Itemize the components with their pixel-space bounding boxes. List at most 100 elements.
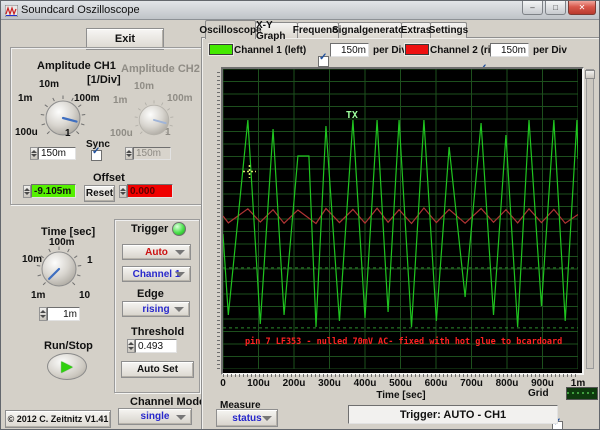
- scope-annotation: pin 7 LF353 - nulled 70mV AC- fixed with…: [245, 337, 563, 347]
- trigger-status-display: Trigger: AUTO - CH1: [348, 405, 558, 424]
- threshold-value[interactable]: 0.493: [135, 339, 177, 353]
- play-icon: ▶: [61, 358, 73, 375]
- ch2-per-div-label: per Div: [533, 45, 567, 56]
- amplitude-ch1-value[interactable]: 150m: [38, 147, 76, 160]
- knob-scale-label: 100u: [15, 127, 38, 138]
- ch1-per-div-value[interactable]: 150m: [330, 43, 369, 57]
- knob-scale-label: 10m: [39, 79, 60, 90]
- y-axis-tickstrip: [217, 69, 220, 369]
- threshold-label: Threshold: [131, 326, 185, 338]
- knob-scale-label: 1m: [31, 290, 46, 301]
- scope-vertical-slider-thumb[interactable]: [585, 70, 595, 79]
- channel-mode-label: Channel Mode: [130, 396, 206, 408]
- offset-ch2-spinner[interactable]: [119, 185, 127, 198]
- dropdown-arrow-icon: [174, 307, 184, 312]
- dropdown-arrow-icon: [176, 414, 186, 420]
- knob-scale-label: 100m: [74, 93, 100, 104]
- knob-scale-label: 1: [87, 255, 93, 266]
- scope-traces: [223, 69, 578, 369]
- spin-down-icon[interactable]: [31, 154, 37, 158]
- knob-scale-label: 10: [79, 290, 91, 301]
- threshold-spinner[interactable]: [127, 339, 135, 353]
- ch1-per-div-label: per Div: [373, 45, 407, 56]
- knob-scale-label: 100m: [167, 93, 193, 104]
- knob-scale-label: 1: [65, 128, 71, 139]
- knob-scale-label: 100m: [49, 237, 75, 248]
- tab-signalgenerator[interactable]: Signalgenerator: [332, 22, 408, 38]
- x-tick-label: 600u: [424, 378, 448, 389]
- tab-extras[interactable]: Extras: [401, 22, 431, 38]
- grid-label: Grid: [528, 388, 549, 399]
- x-axis-tickstrip: [223, 374, 578, 377]
- ch2-color-swatch: [405, 44, 429, 55]
- app-window: Soundcard Oszilloscope – □ ✕ Exit Amplit…: [0, 0, 600, 430]
- check-icon: ✓: [319, 52, 328, 63]
- close-icon: ✕: [578, 2, 586, 12]
- app-icon: [4, 4, 19, 18]
- ch1-color-swatch: [209, 44, 233, 55]
- knob-scale-label: 1m: [18, 93, 33, 104]
- run-stop-label: Run/Stop: [44, 340, 93, 352]
- amplitude-ch2-spinner[interactable]: [125, 147, 133, 160]
- minimize-icon: –: [530, 2, 535, 12]
- x-axis-tick-labels: 0 100u 200u 300u 400u 500u 600u 700u 800u 900u 1m: [220, 378, 585, 389]
- spin-up-icon[interactable]: [31, 149, 37, 153]
- offset-ch2-display[interactable]: 0.000: [127, 184, 173, 198]
- maximize-icon: □: [553, 2, 558, 12]
- dropdown-arrow-icon: [175, 250, 185, 255]
- amplitude-ch1-spinner[interactable]: [30, 147, 38, 160]
- ch1-legend-label: Channel 1 (left): [234, 45, 307, 56]
- x-tick-label: 100u: [247, 378, 270, 389]
- trigger-led: [172, 222, 186, 236]
- x-axis-title: Time [sec]: [376, 390, 426, 401]
- close-button[interactable]: ✕: [568, 1, 596, 15]
- x-tick-label: 300u: [318, 378, 341, 389]
- x-tick-label: 500u: [389, 378, 412, 389]
- knob-scale-label: 1: [165, 127, 171, 138]
- amplitude-ch1-title: Amplitude CH1: [37, 60, 116, 72]
- mouse-crosshair-cursor: [242, 165, 256, 178]
- knob-scale-label: 10m: [134, 81, 155, 92]
- x-tick-label: 400u: [353, 378, 377, 389]
- maximize-button[interactable]: □: [545, 1, 566, 15]
- sync-checkbox[interactable]: ✓: [91, 146, 102, 161]
- tx-annotation: TX: [345, 109, 358, 121]
- tab-oscilloscope[interactable]: Oscilloscope: [199, 20, 262, 39]
- scope-plot[interactable]: TX pin 7 LF353 - nulled 70mV AC- fixed w…: [223, 69, 578, 369]
- time-value[interactable]: 1m: [47, 307, 80, 321]
- trigger-edge-dropdown[interactable]: rising: [122, 301, 190, 317]
- tab-settings[interactable]: Settings: [429, 22, 468, 38]
- offset-reset-button[interactable]: Reset: [84, 185, 115, 202]
- offset-label: Offset: [93, 172, 125, 184]
- grid-style-swatch[interactable]: [566, 387, 598, 400]
- auto-set-button[interactable]: Auto Set: [121, 361, 194, 378]
- time-spinner[interactable]: [39, 307, 47, 321]
- amplitude-ch2-value[interactable]: 150m: [133, 147, 171, 160]
- copyright-button[interactable]: © 2012 C. Zeitnitz V1.41: [5, 410, 111, 428]
- time-knob[interactable]: [36, 246, 82, 292]
- ch2-per-div-value[interactable]: 150m: [490, 43, 529, 57]
- scope-vertical-slider[interactable]: [586, 69, 594, 369]
- x-tick-label: 200u: [282, 378, 306, 389]
- titlebar[interactable]: Soundcard Oszilloscope – □ ✕: [1, 1, 599, 20]
- x-tick-label: 800u: [495, 378, 519, 389]
- minimize-button[interactable]: –: [522, 1, 543, 15]
- amplitude-ch2-title: Amplitude CH2: [121, 63, 200, 75]
- dropdown-arrow-icon: [175, 272, 185, 277]
- knob-scale-label: 10m: [22, 254, 43, 265]
- x-tick-label: 0: [220, 378, 226, 389]
- trigger-title: Trigger: [131, 223, 169, 235]
- trigger-mode-dropdown[interactable]: Auto: [122, 244, 191, 260]
- ch1-enable-checkbox[interactable]: ✓: [318, 52, 329, 67]
- window-title: Soundcard Oszilloscope: [21, 4, 140, 16]
- trigger-source-dropdown[interactable]: Channel 1: [122, 266, 191, 282]
- x-tick-label: 700u: [460, 378, 483, 389]
- measure-dropdown[interactable]: status: [216, 409, 278, 427]
- offset-ch1-display[interactable]: -9.105m: [31, 184, 76, 198]
- check-icon: ✓: [92, 146, 101, 157]
- run-stop-button[interactable]: ▶: [47, 353, 87, 380]
- dropdown-arrow-icon: [262, 416, 272, 421]
- offset-ch1-spinner[interactable]: [23, 185, 31, 198]
- channel-mode-dropdown[interactable]: single: [118, 408, 192, 425]
- knob-scale-label: 100u: [110, 128, 133, 139]
